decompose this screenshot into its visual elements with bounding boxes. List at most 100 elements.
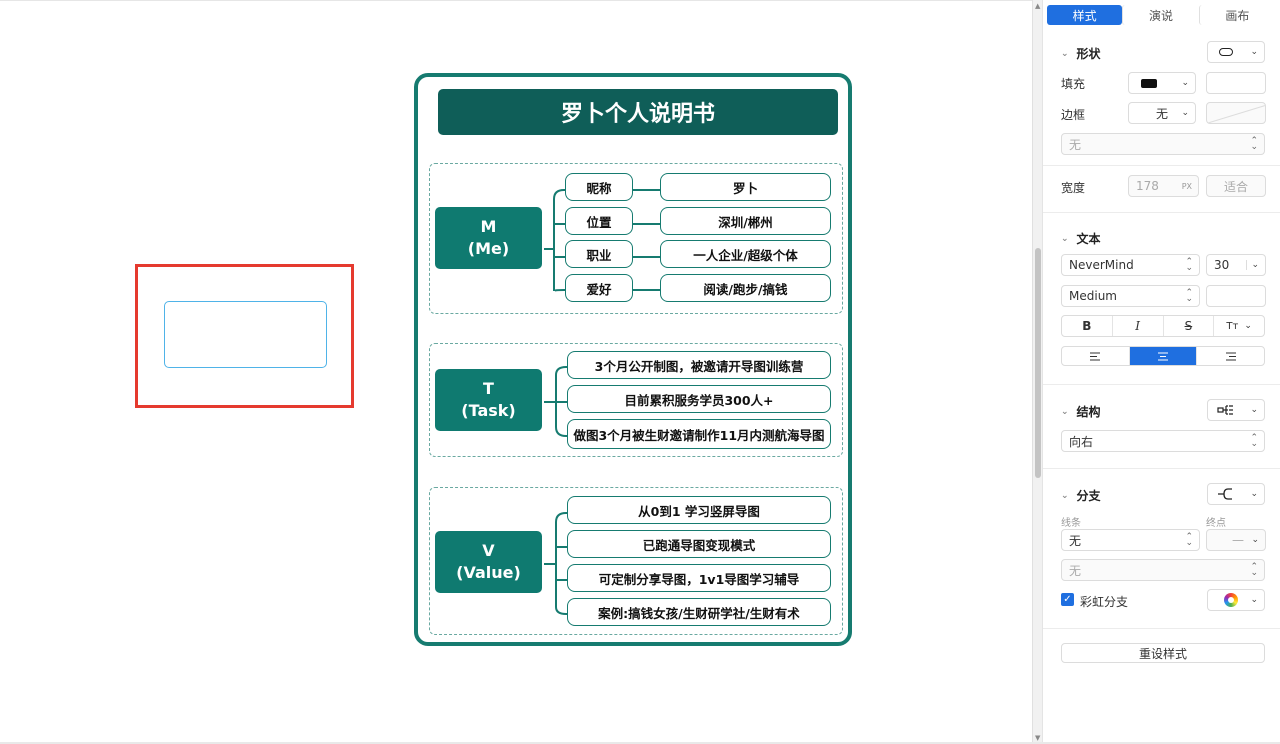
tab-presentation[interactable]: 演说	[1122, 5, 1198, 25]
line-style-select[interactable]: 无 ⌃ ⌄	[1061, 529, 1200, 551]
structure-icon	[1217, 405, 1233, 415]
border-select[interactable]: 无 ⌄	[1128, 102, 1196, 124]
font-size-select[interactable]: 30 ⌄	[1206, 254, 1266, 276]
font-weight-value: Medium	[1069, 289, 1117, 303]
updown-icon: ⌃ ⌄	[1185, 288, 1193, 304]
rainbow-branch-label: 彩虹分支	[1080, 595, 1129, 609]
scroll-down-icon[interactable]: ▼	[1035, 734, 1040, 742]
mindmap-card[interactable]: 罗卜个人说明书 M (Me) 昵称 位置 职业 爱好 罗卜 深圳/郴州 一人企业…	[414, 73, 852, 646]
structure-direction-select[interactable]: 向右 ⌃ ⌄	[1061, 430, 1265, 452]
node-value-job[interactable]: 一人企业/超级个体	[660, 240, 831, 268]
node-value-location[interactable]: 深圳/郴州	[660, 207, 831, 235]
chevron-down-icon: ⌄	[1250, 47, 1258, 57]
text-align-group	[1061, 346, 1265, 366]
mindmap-canvas[interactable]: 罗卜个人说明书 M (Me) 昵称 位置 职业 爱好 罗卜 深圳/郴州 一人企业…	[0, 0, 1032, 744]
mindmap-title[interactable]: 罗卜个人说明书	[438, 89, 838, 135]
text-color-input[interactable]	[1206, 285, 1266, 307]
node-label-nickname[interactable]: 昵称	[565, 173, 633, 201]
shape-picker[interactable]: ⌄	[1207, 41, 1265, 63]
structure-direction-value: 向右	[1069, 434, 1094, 449]
width-value: 178	[1136, 179, 1159, 193]
branch-extra-value: 无	[1069, 563, 1082, 578]
chevron-down-icon: ⌄	[1061, 48, 1069, 59]
updown-icon: ⌃ ⌄	[1185, 532, 1193, 548]
chevron-down-icon: ⌄	[1251, 535, 1259, 545]
node-label-location[interactable]: 位置	[565, 207, 633, 235]
fill-label: 填充	[1061, 77, 1086, 91]
divider	[1043, 468, 1280, 469]
root-subtitle: (Task)	[461, 401, 516, 420]
chevron-down-icon: ⌄	[1061, 490, 1069, 501]
node-value-item[interactable]: 从0到1 学习竖屏导图	[567, 496, 831, 524]
text-format-group: B I S Tт ⌄	[1061, 315, 1265, 337]
root-node-me[interactable]: M (Me)	[435, 207, 542, 269]
canvas-scrollbar[interactable]: ▲ ▼	[1032, 0, 1042, 744]
shape-section-header[interactable]: ⌄ 形状	[1061, 45, 1101, 62]
font-weight-select[interactable]: Medium ⌃ ⌄	[1061, 285, 1200, 307]
diagonal-line	[1208, 103, 1265, 123]
align-right-icon[interactable]	[1196, 347, 1264, 365]
node-task-item[interactable]: 做图3个月被生财邀请制作11月内测航海导图	[567, 419, 831, 449]
endpoint-value: —	[1232, 533, 1244, 547]
branch-style-picker[interactable]: ⌄	[1207, 483, 1265, 505]
rainbow-wheel-icon	[1224, 593, 1238, 607]
chevron-down-icon: ⌄	[1250, 405, 1258, 415]
fit-button[interactable]: 适合	[1206, 175, 1266, 197]
italic-button[interactable]: I	[1111, 316, 1163, 336]
root-letter: V	[482, 541, 495, 560]
width-input[interactable]: 178 PX	[1128, 175, 1199, 197]
endpoint-label: 终点	[1206, 518, 1226, 529]
align-center-icon[interactable]	[1128, 347, 1197, 365]
node-value-item[interactable]: 案例:搞钱女孩/生财研学社/生财有术	[567, 598, 831, 626]
shape-heading: 形状	[1076, 47, 1101, 61]
border-value: 无	[1155, 106, 1168, 121]
updown-icon: ⌃ ⌄	[1250, 562, 1258, 578]
bold-button[interactable]: B	[1062, 316, 1112, 336]
root-node-value[interactable]: V (Value)	[435, 531, 542, 593]
endpoint-select[interactable]: — ⌄	[1206, 529, 1266, 551]
node-value-item[interactable]: 已跑通导图变现模式	[567, 530, 831, 558]
text-section-header[interactable]: ⌄ 文本	[1061, 230, 1101, 247]
updown-icon: ⌃ ⌄	[1250, 136, 1258, 152]
scroll-up-icon[interactable]: ▲	[1035, 2, 1040, 10]
chevron-down-icon: ⌄	[1181, 108, 1189, 118]
text-case-button[interactable]: Tт ⌄	[1213, 316, 1264, 336]
structure-section-header[interactable]: ⌄ 结构	[1061, 403, 1101, 420]
rounded-rect-icon	[1219, 48, 1233, 56]
width-unit: PX	[1181, 181, 1192, 191]
node-value-hobby[interactable]: 阅读/跑步/搞钱	[660, 274, 831, 302]
node-label-hobby[interactable]: 爱好	[565, 274, 633, 302]
app-window: 罗卜个人说明书 M (Me) 昵称 位置 职业 爱好 罗卜 深圳/郴州 一人企业…	[0, 0, 1280, 744]
strikethrough-button[interactable]: S	[1162, 316, 1214, 336]
updown-icon: ⌃ ⌄	[1185, 257, 1193, 273]
branch-curve-icon	[1218, 488, 1232, 500]
node-value-item[interactable]: 可定制分享导图，1v1导图学习辅导	[567, 564, 831, 592]
border-style-select[interactable]: 无 ⌃ ⌄	[1061, 133, 1265, 155]
tab-canvas[interactable]: 画布	[1198, 5, 1275, 25]
node-label-job[interactable]: 职业	[565, 240, 633, 268]
structure-picker[interactable]: ⌄	[1207, 399, 1265, 421]
rainbow-color-picker[interactable]: ⌄	[1207, 589, 1265, 611]
fill-color-picker[interactable]: ⌄	[1128, 72, 1196, 94]
chevron-down-icon: ⌄	[1250, 489, 1258, 499]
node-task-item[interactable]: 目前累积服务学员300人+	[567, 385, 831, 413]
fill-hex-input[interactable]	[1206, 72, 1266, 94]
font-family-select[interactable]: NeverMind ⌃ ⌄	[1061, 254, 1200, 276]
node-value-nickname[interactable]: 罗卜	[660, 173, 831, 201]
node-task-item[interactable]: 3个月公开制图，被邀请开导图训练营	[567, 351, 831, 379]
empty-topic-box[interactable]	[164, 301, 327, 368]
branch-section-header[interactable]: ⌄ 分支	[1061, 487, 1101, 504]
text-case-label: Tт	[1226, 320, 1239, 332]
rainbow-branch-checkbox[interactable]: ✓	[1061, 593, 1074, 606]
font-value: NeverMind	[1069, 258, 1134, 272]
scrollbar-thumb[interactable]	[1035, 248, 1041, 478]
branch-extra-select[interactable]: 无 ⌃ ⌄	[1061, 559, 1265, 581]
divider	[1043, 165, 1280, 166]
root-node-task[interactable]: T (Task)	[435, 369, 542, 431]
border-label: 边框	[1061, 108, 1086, 122]
reset-style-button[interactable]: 重设样式	[1061, 643, 1265, 663]
line-label: 线条	[1061, 518, 1081, 529]
align-left-icon[interactable]	[1062, 347, 1129, 365]
divider	[1043, 384, 1280, 385]
tab-style[interactable]: 样式	[1047, 5, 1123, 25]
